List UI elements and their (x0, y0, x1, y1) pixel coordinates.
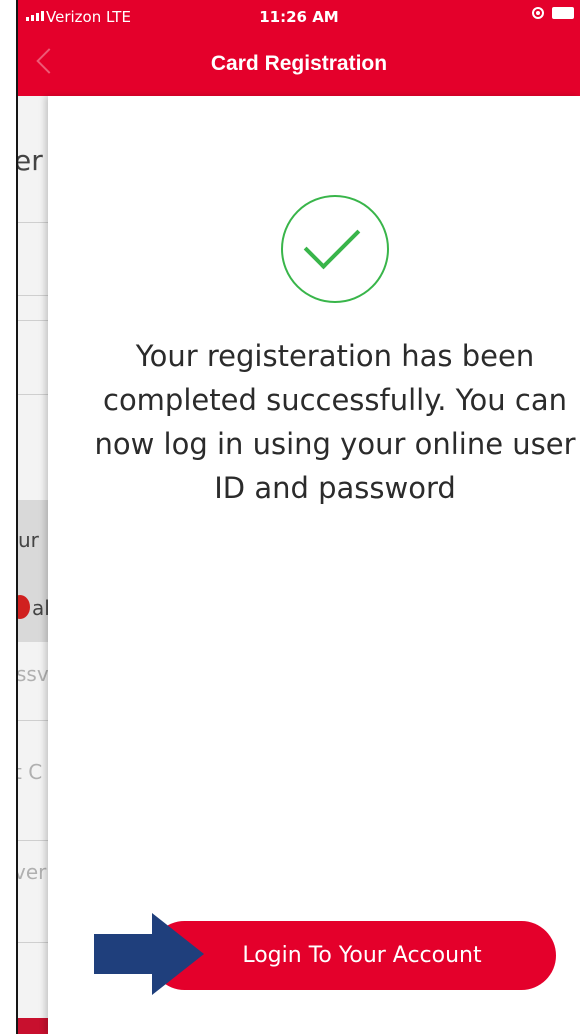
page-title: Card Registration (210, 52, 388, 75)
background-text-fragment: ssv (18, 662, 49, 686)
login-button[interactable]: Login To Your Account (150, 921, 556, 990)
status-bar: Verizon LTE 11:26 AM (18, 0, 580, 34)
status-icons (532, 7, 574, 19)
phone-screen: Verizon LTE 11:26 AM Card Registration e… (18, 0, 580, 1034)
background-text-fragment: t C (18, 760, 43, 784)
status-time: 11:26 AM (259, 8, 339, 26)
background-text-fragment: ver (18, 860, 47, 884)
battery-icon (552, 7, 574, 19)
checkmark-icon (303, 212, 361, 270)
background-text-fragment: er (18, 144, 43, 177)
success-message: Your registeration has been completed su… (94, 339, 576, 505)
arrow-pointer-icon (94, 913, 204, 995)
navigation-bar: Card Registration (18, 34, 580, 96)
login-button-label: Login To Your Account (242, 943, 482, 968)
background-text-fragment: ur (18, 528, 39, 552)
success-check-icon (281, 195, 389, 303)
orientation-lock-icon (532, 7, 544, 19)
